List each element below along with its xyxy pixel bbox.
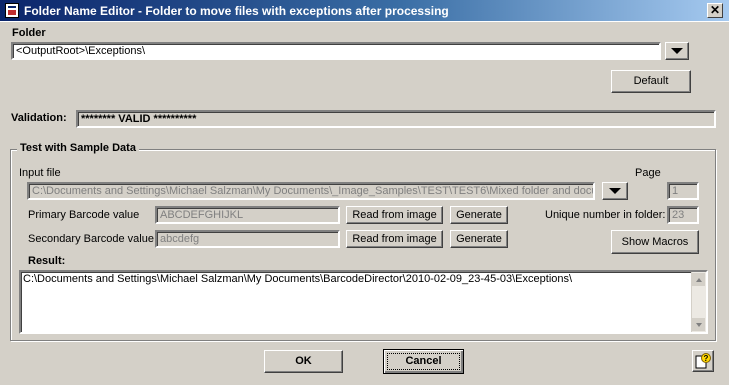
arrow-up-icon <box>695 277 702 282</box>
folder-dropdown-button[interactable] <box>665 42 689 60</box>
scroll-down-button[interactable] <box>692 318 705 331</box>
unique-number-label: Unique number in folder: <box>545 209 666 221</box>
chevron-down-icon <box>609 188 621 194</box>
primary-read-from-image-button[interactable]: Read from image <box>346 206 443 224</box>
page-label: Page <box>635 167 661 179</box>
folder-label: Folder <box>12 27 46 39</box>
arrow-down-icon <box>695 322 702 327</box>
test-group-title: Test with Sample Data <box>17 142 139 154</box>
primary-barcode-field[interactable]: ABCDEFGHIJKL <box>155 206 340 224</box>
help-button[interactable]: ? <box>692 350 714 372</box>
result-label: Result: <box>28 255 66 267</box>
default-button[interactable]: Default <box>611 70 691 93</box>
close-button[interactable]: ✕ <box>707 3 723 18</box>
input-file-field[interactable]: C:\Documents and Settings\Michael Salzma… <box>27 182 595 200</box>
secondary-generate-button[interactable]: Generate <box>450 230 508 248</box>
ok-button[interactable]: OK <box>264 350 343 373</box>
svg-text:?: ? <box>704 354 709 363</box>
result-text: C:\Documents and Settings\Michael Salzma… <box>23 273 573 285</box>
folder-input[interactable]: <OutputRoot>\Exceptions\ <box>11 42 661 60</box>
help-icon: ? <box>695 353 711 369</box>
close-icon: ✕ <box>709 3 721 17</box>
secondary-barcode-field[interactable]: abcdefg <box>155 230 340 248</box>
validation-status: ******** VALID ********** <box>76 110 716 128</box>
cancel-button[interactable]: Cancel <box>383 349 464 374</box>
focus-rectangle <box>387 353 460 370</box>
secondary-read-from-image-button[interactable]: Read from image <box>346 230 443 248</box>
page-field[interactable]: 1 <box>667 182 699 200</box>
input-file-label: Input file <box>19 167 61 179</box>
scroll-up-button[interactable] <box>692 273 705 286</box>
show-macros-button[interactable]: Show Macros <box>611 230 699 254</box>
primary-generate-button[interactable]: Generate <box>450 206 508 224</box>
result-textbox[interactable]: C:\Documents and Settings\Michael Salzma… <box>19 270 708 334</box>
app-icon <box>5 3 19 18</box>
secondary-barcode-label: Secondary Barcode value <box>28 233 154 245</box>
unique-number-field[interactable]: 23 <box>667 206 699 224</box>
input-file-dropdown-button[interactable] <box>602 182 628 200</box>
validation-label: Validation: <box>11 112 67 124</box>
window-title: Folder Name Editor - Folder to move file… <box>24 4 449 18</box>
chevron-down-icon <box>671 48 683 54</box>
primary-barcode-label: Primary Barcode value <box>28 209 140 221</box>
